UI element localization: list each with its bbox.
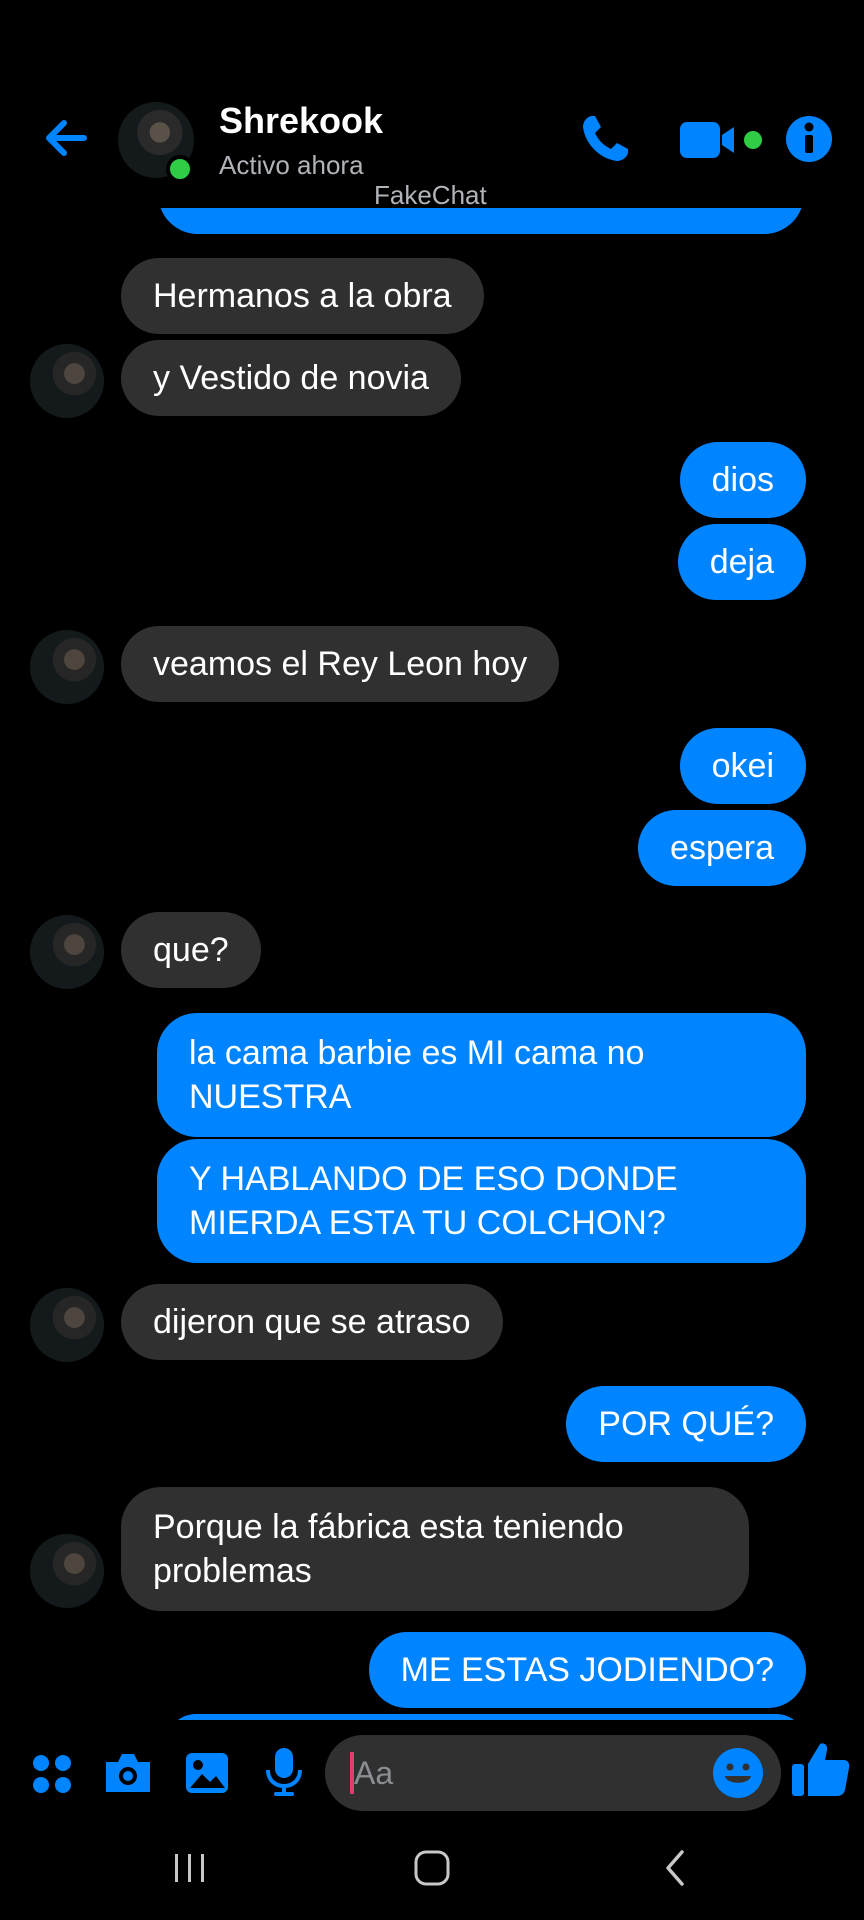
watermark: FakeChat [374, 180, 487, 210]
message-bubble-outgoing[interactable]: okei [679, 728, 806, 804]
back-arrow-icon[interactable] [40, 112, 92, 164]
contact-avatar-small [30, 1288, 104, 1362]
message-bubble-incoming[interactable]: Hermanos a la obra [121, 258, 484, 334]
message-bubble-incoming[interactable]: veamos el Rey Leon hoy [121, 626, 560, 702]
message-bubble-incoming[interactable]: dijeron que se atraso [121, 1284, 503, 1360]
emoji-icon[interactable] [712, 1747, 764, 1799]
message-bubble-incoming[interactable]: que? [121, 912, 261, 988]
message-bubble-incoming[interactable]: Porque la fábrica esta teniendo problema… [121, 1487, 749, 1611]
message-bubble-incoming[interactable]: y Vestido de novia [121, 340, 461, 416]
message-bubble-outgoing[interactable]: deja [677, 524, 806, 600]
recent-apps-icon[interactable] [170, 1850, 210, 1886]
image-icon[interactable] [183, 1750, 231, 1796]
phone-icon[interactable] [578, 112, 632, 166]
message-bubble-outgoing[interactable]: Y HABLANDO DE ESO DONDE MIERDA ESTA TU C… [157, 1139, 806, 1263]
message-bubble-outgoing[interactable]: dios [679, 442, 806, 518]
video-camera-icon[interactable] [678, 118, 768, 162]
online-indicator [166, 155, 194, 183]
microphone-icon[interactable] [264, 1746, 304, 1798]
message-bubble-outgoing[interactable]: la cama barbie es MI cama no NUESTRA [157, 1013, 806, 1137]
thumbs-up-icon[interactable] [790, 1738, 852, 1800]
back-nav-icon[interactable] [660, 1848, 690, 1888]
contact-name[interactable]: Shrekook [219, 100, 383, 142]
contact-avatar-small [30, 915, 104, 989]
message-bubble-outgoing[interactable]: POR QUÉ? [566, 1386, 806, 1462]
contact-avatar-small [30, 344, 104, 418]
chat-header: Shrekook Activo ahora FakeChat [0, 0, 864, 210]
contact-avatar-small [30, 630, 104, 704]
apps-grid-icon[interactable] [30, 1752, 74, 1796]
camera-icon[interactable] [102, 1750, 154, 1796]
info-icon[interactable] [784, 114, 834, 164]
message-input-placeholder: Aa [354, 1755, 394, 1791]
contact-status: Activo ahora [219, 150, 364, 180]
contact-avatar-small [30, 1534, 104, 1608]
message-bubble-outgoing[interactable]: ME ESTAS JODIENDO? [368, 1632, 806, 1708]
home-icon[interactable] [412, 1848, 452, 1888]
message-bubble-outgoing[interactable]: espera [638, 810, 806, 886]
